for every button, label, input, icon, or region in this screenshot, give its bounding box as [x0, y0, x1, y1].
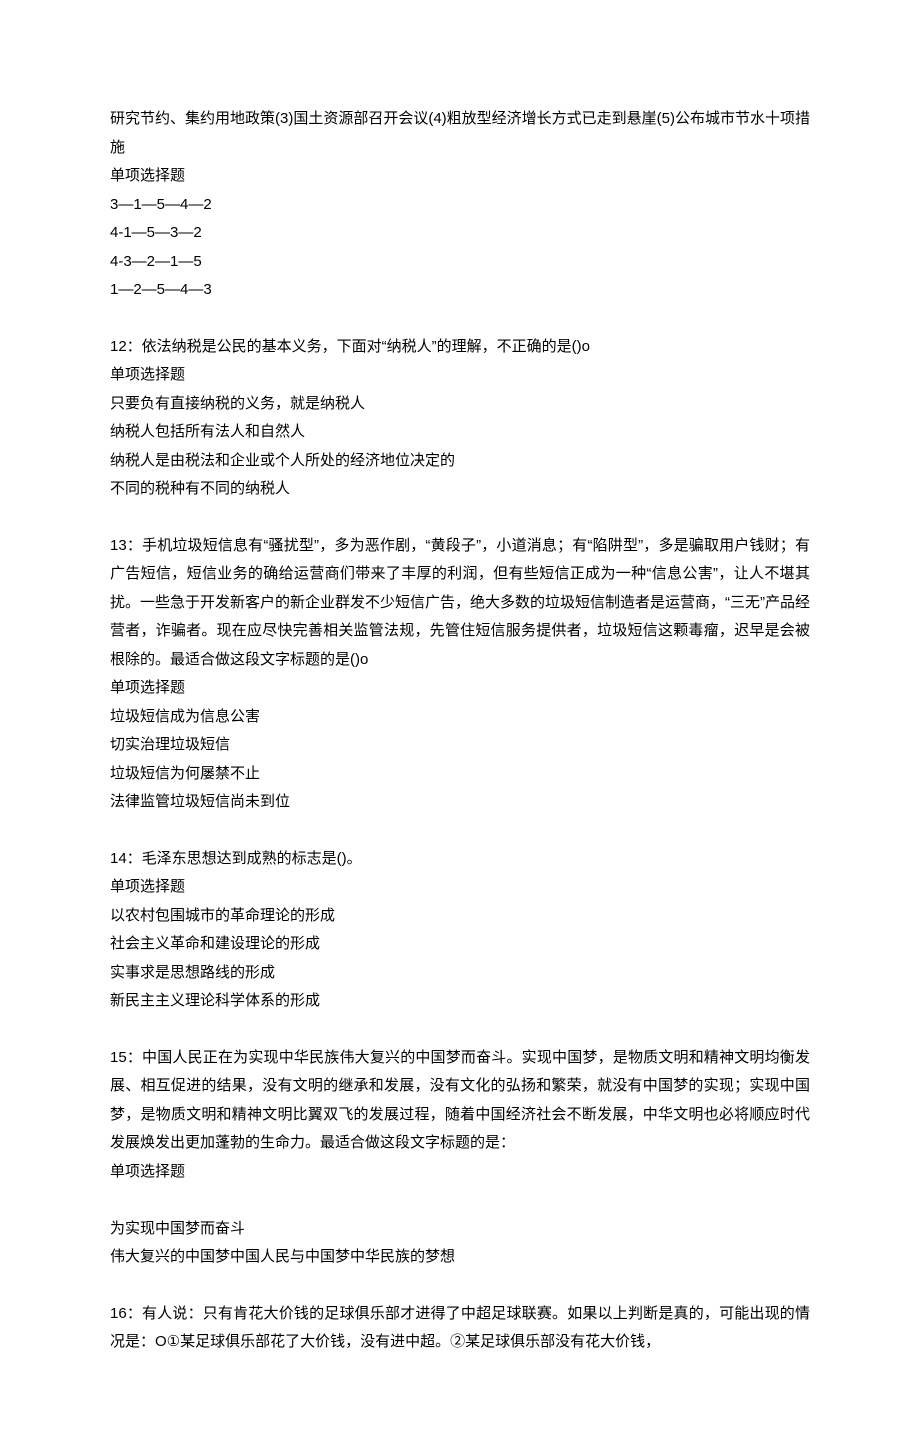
question-stem: 13：手机垃圾短信息有“骚扰型”，多为恶作剧，“黄段子”，小道消息；有“陷阱型”… [110, 532, 810, 675]
question-13: 13：手机垃圾短信息有“骚扰型”，多为恶作剧，“黄段子”，小道消息；有“陷阱型”… [110, 532, 810, 817]
question-15: 15：中国人民正在为实现中华民族伟大复兴的中国梦而奋斗。实现中国梦，是物质文明和… [110, 1044, 810, 1272]
option: 为实现中国梦而奋斗 [110, 1215, 810, 1244]
question-type: 单项选择题 [110, 1158, 810, 1187]
question-12: 12：依法纳税是公民的基本义务，下面对“纳税人”的理解，不正确的是()o 单项选… [110, 333, 810, 504]
question-type: 单项选择题 [110, 674, 810, 703]
question-16-partial: 16：有人说：只有肯花大价钱的足球俱乐部才进得了中超足球联赛。如果以上判断是真的… [110, 1300, 810, 1357]
question-type: 单项选择题 [110, 361, 810, 390]
option: 新民主主义理论科学体系的形成 [110, 987, 810, 1016]
blank-line [110, 1186, 810, 1215]
option: 纳税人包括所有法人和自然人 [110, 418, 810, 447]
option: 社会主义革命和建设理论的形成 [110, 930, 810, 959]
question-type: 单项选择题 [110, 162, 810, 191]
option: 只要负有直接纳税的义务，就是纳税人 [110, 390, 810, 419]
option: 垃圾短信为何屡禁不止 [110, 760, 810, 789]
question-stem: 16：有人说：只有肯花大价钱的足球俱乐部才进得了中超足球联赛。如果以上判断是真的… [110, 1300, 810, 1357]
option: 4-1—5—3—2 [110, 219, 810, 248]
option: 不同的税种有不同的纳税人 [110, 475, 810, 504]
option: 4-3—2—1—5 [110, 248, 810, 277]
option: 切实治理垃圾短信 [110, 731, 810, 760]
option: 3—1—5—4—2 [110, 191, 810, 220]
option: 法律监管垃圾短信尚未到位 [110, 788, 810, 817]
option: 纳税人是由税法和企业或个人所处的经济地位决定的 [110, 447, 810, 476]
question-stem: 14：毛泽东思想达到成熟的标志是()。 [110, 845, 810, 874]
option: 实事求是思想路线的形成 [110, 959, 810, 988]
question-14: 14：毛泽东思想达到成熟的标志是()。 单项选择题 以农村包围城市的革命理论的形… [110, 845, 810, 1016]
option: 以农村包围城市的革命理论的形成 [110, 902, 810, 931]
question-stem: 15：中国人民正在为实现中华民族伟大复兴的中国梦而奋斗。实现中国梦，是物质文明和… [110, 1044, 810, 1158]
option: 伟大复兴的中国梦中国人民与中国梦中华民族的梦想 [110, 1243, 810, 1272]
question-stem: 12：依法纳税是公民的基本义务，下面对“纳税人”的理解，不正确的是()o [110, 333, 810, 362]
question-intro: 研究节约、集约用地政策(3)国土资源部召开会议(4)粗放型经济增长方式已走到悬崖… [110, 105, 810, 162]
option: 1—2—5—4—3 [110, 276, 810, 305]
question-type: 单项选择题 [110, 873, 810, 902]
question-11-partial: 研究节约、集约用地政策(3)国土资源部召开会议(4)粗放型经济增长方式已走到悬崖… [110, 105, 810, 305]
option: 垃圾短信成为信息公害 [110, 703, 810, 732]
